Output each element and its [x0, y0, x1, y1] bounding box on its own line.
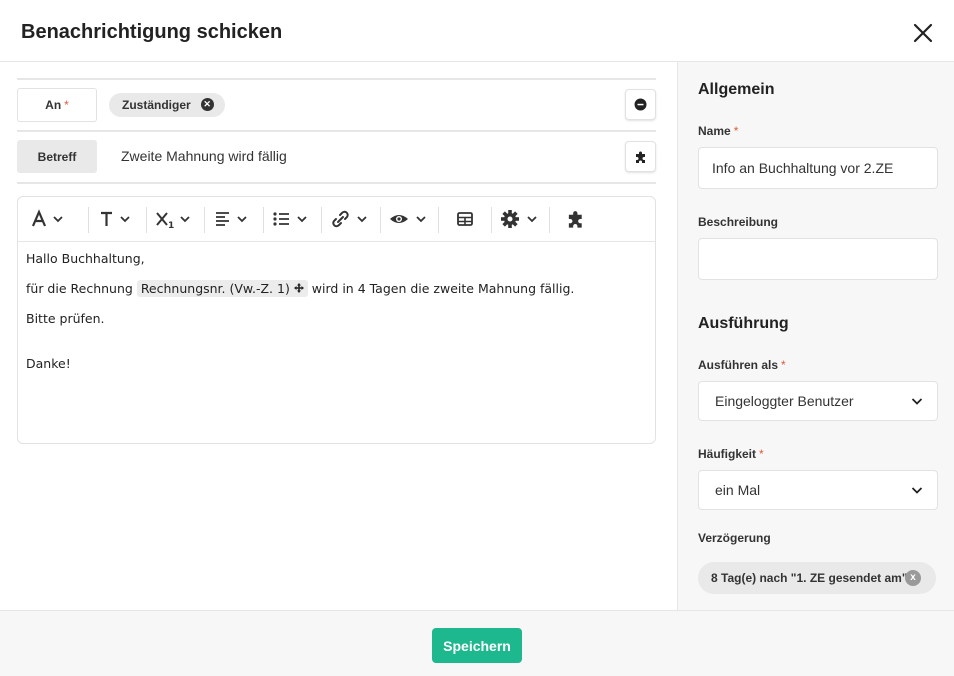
subject-label: Betreff: [17, 140, 97, 173]
invoice-number-placeholder[interactable]: Rechnungsnr. (Vw.-Z. 1): [136, 280, 308, 297]
chevron-down-icon: [911, 398, 923, 405]
name-label: Name *: [698, 124, 738, 138]
save-button[interactable]: Speichern: [432, 628, 522, 663]
frequency-select[interactable]: ein Mal: [698, 470, 938, 510]
recipient-label-text: An: [45, 98, 62, 112]
body-text-after: wird in 4 Tagen die zweite Mahnung fälli…: [311, 281, 575, 296]
table-icon: [457, 212, 473, 226]
svg-text:1: 1: [168, 221, 174, 229]
eye-icon: [390, 215, 426, 223]
text-icon: [101, 211, 130, 226]
plugin-button[interactable]: [566, 207, 586, 231]
subscript-button[interactable]: 1: [155, 207, 193, 231]
execution-heading: Ausführung: [698, 315, 789, 332]
remove-delay-icon[interactable]: x: [905, 570, 921, 586]
placeholder-label: Rechnungsnr. (Vw.-Z. 1): [140, 281, 290, 296]
align-button[interactable]: [214, 207, 250, 231]
editor-line-body: für die Rechnung Rechnungsnr. (Vw.-Z. 1)…: [26, 280, 575, 297]
remove-chip-icon[interactable]: ✕: [200, 98, 214, 111]
font-color-button[interactable]: [31, 207, 67, 231]
editor-line-thanks: Danke!: [26, 356, 71, 371]
dialog-title: Benachrichtigung schicken: [21, 21, 283, 43]
run-as-value: Eingeloggter Benutzer: [715, 393, 854, 409]
run-as-select[interactable]: Eingeloggter Benutzer: [698, 381, 938, 421]
recipient-label: An *: [17, 88, 97, 122]
link-icon: [332, 210, 367, 228]
move-icon[interactable]: [293, 283, 304, 293]
delay-chip-label: 8 Tag(e) nach "1. ZE gesendet am": [711, 571, 908, 585]
list-icon: [273, 212, 307, 226]
editor-line-greeting: Hallo Buchhaltung,: [26, 251, 145, 266]
divider: [17, 78, 656, 80]
preview-button[interactable]: [389, 207, 429, 231]
required-marker: *: [64, 98, 69, 112]
subscript-icon: 1: [156, 212, 190, 229]
required-marker: *: [733, 124, 739, 138]
dialog-header: Benachrichtigung schicken: [0, 0, 954, 62]
frequency-label-text: Häufigkeit: [698, 447, 757, 461]
required-marker: *: [781, 358, 786, 372]
run-as-label-text: Ausführen als: [698, 358, 779, 372]
name-input[interactable]: Info an Buchhaltung vor 2.ZE: [698, 147, 938, 189]
description-input[interactable]: [698, 238, 938, 280]
general-heading: Allgemein: [698, 81, 775, 98]
puzzle-icon: [568, 211, 582, 228]
table-button[interactable]: [456, 207, 474, 231]
close-icon[interactable]: [910, 20, 936, 46]
recipient-chip[interactable]: Zuständiger ✕: [109, 93, 225, 117]
divider: [17, 130, 656, 132]
rich-text-editor[interactable]: 1 Hallo Buchhaltung, für die Rechnung Re…: [17, 196, 656, 444]
body-text-before: für die Rechnung: [26, 281, 133, 296]
settings-sidebar: Allgemein Name * Info an Buchhaltung vor …: [677, 62, 954, 610]
text-style-button[interactable]: [98, 207, 134, 231]
delay-label: Verzögerung: [698, 531, 771, 545]
add-recipient-button[interactable]: [625, 89, 656, 120]
subject-plugin-button[interactable]: [625, 141, 656, 172]
subject-input[interactable]: Zweite Mahnung wird fällig: [121, 148, 287, 164]
frequency-value: ein Mal: [715, 482, 761, 498]
link-button[interactable]: [330, 207, 370, 231]
align-left-icon: [216, 212, 247, 226]
editor-line-check: Bitte prüfen.: [26, 311, 105, 326]
recipient-chip-label: Zuständiger: [122, 98, 191, 112]
dialog-footer: Speichern: [0, 610, 954, 676]
frequency-label: Häufigkeit *: [698, 447, 764, 461]
puzzle-icon: [635, 151, 645, 163]
settings-button[interactable]: [500, 207, 540, 231]
name-label-text: Name: [698, 124, 731, 138]
divider: [17, 182, 656, 184]
delay-chip[interactable]: 8 Tag(e) nach "1. ZE gesendet am" x: [698, 562, 936, 594]
chevron-down-icon: [911, 487, 923, 494]
circle-minus-icon: [634, 98, 647, 111]
font-icon: [31, 209, 63, 227]
gear-icon: [501, 210, 537, 228]
run-as-label: Ausführen als *: [698, 358, 786, 372]
editor-toolbar: 1: [18, 197, 655, 242]
list-button[interactable]: [272, 207, 310, 231]
required-marker: *: [759, 447, 764, 461]
description-label: Beschreibung: [698, 215, 779, 229]
